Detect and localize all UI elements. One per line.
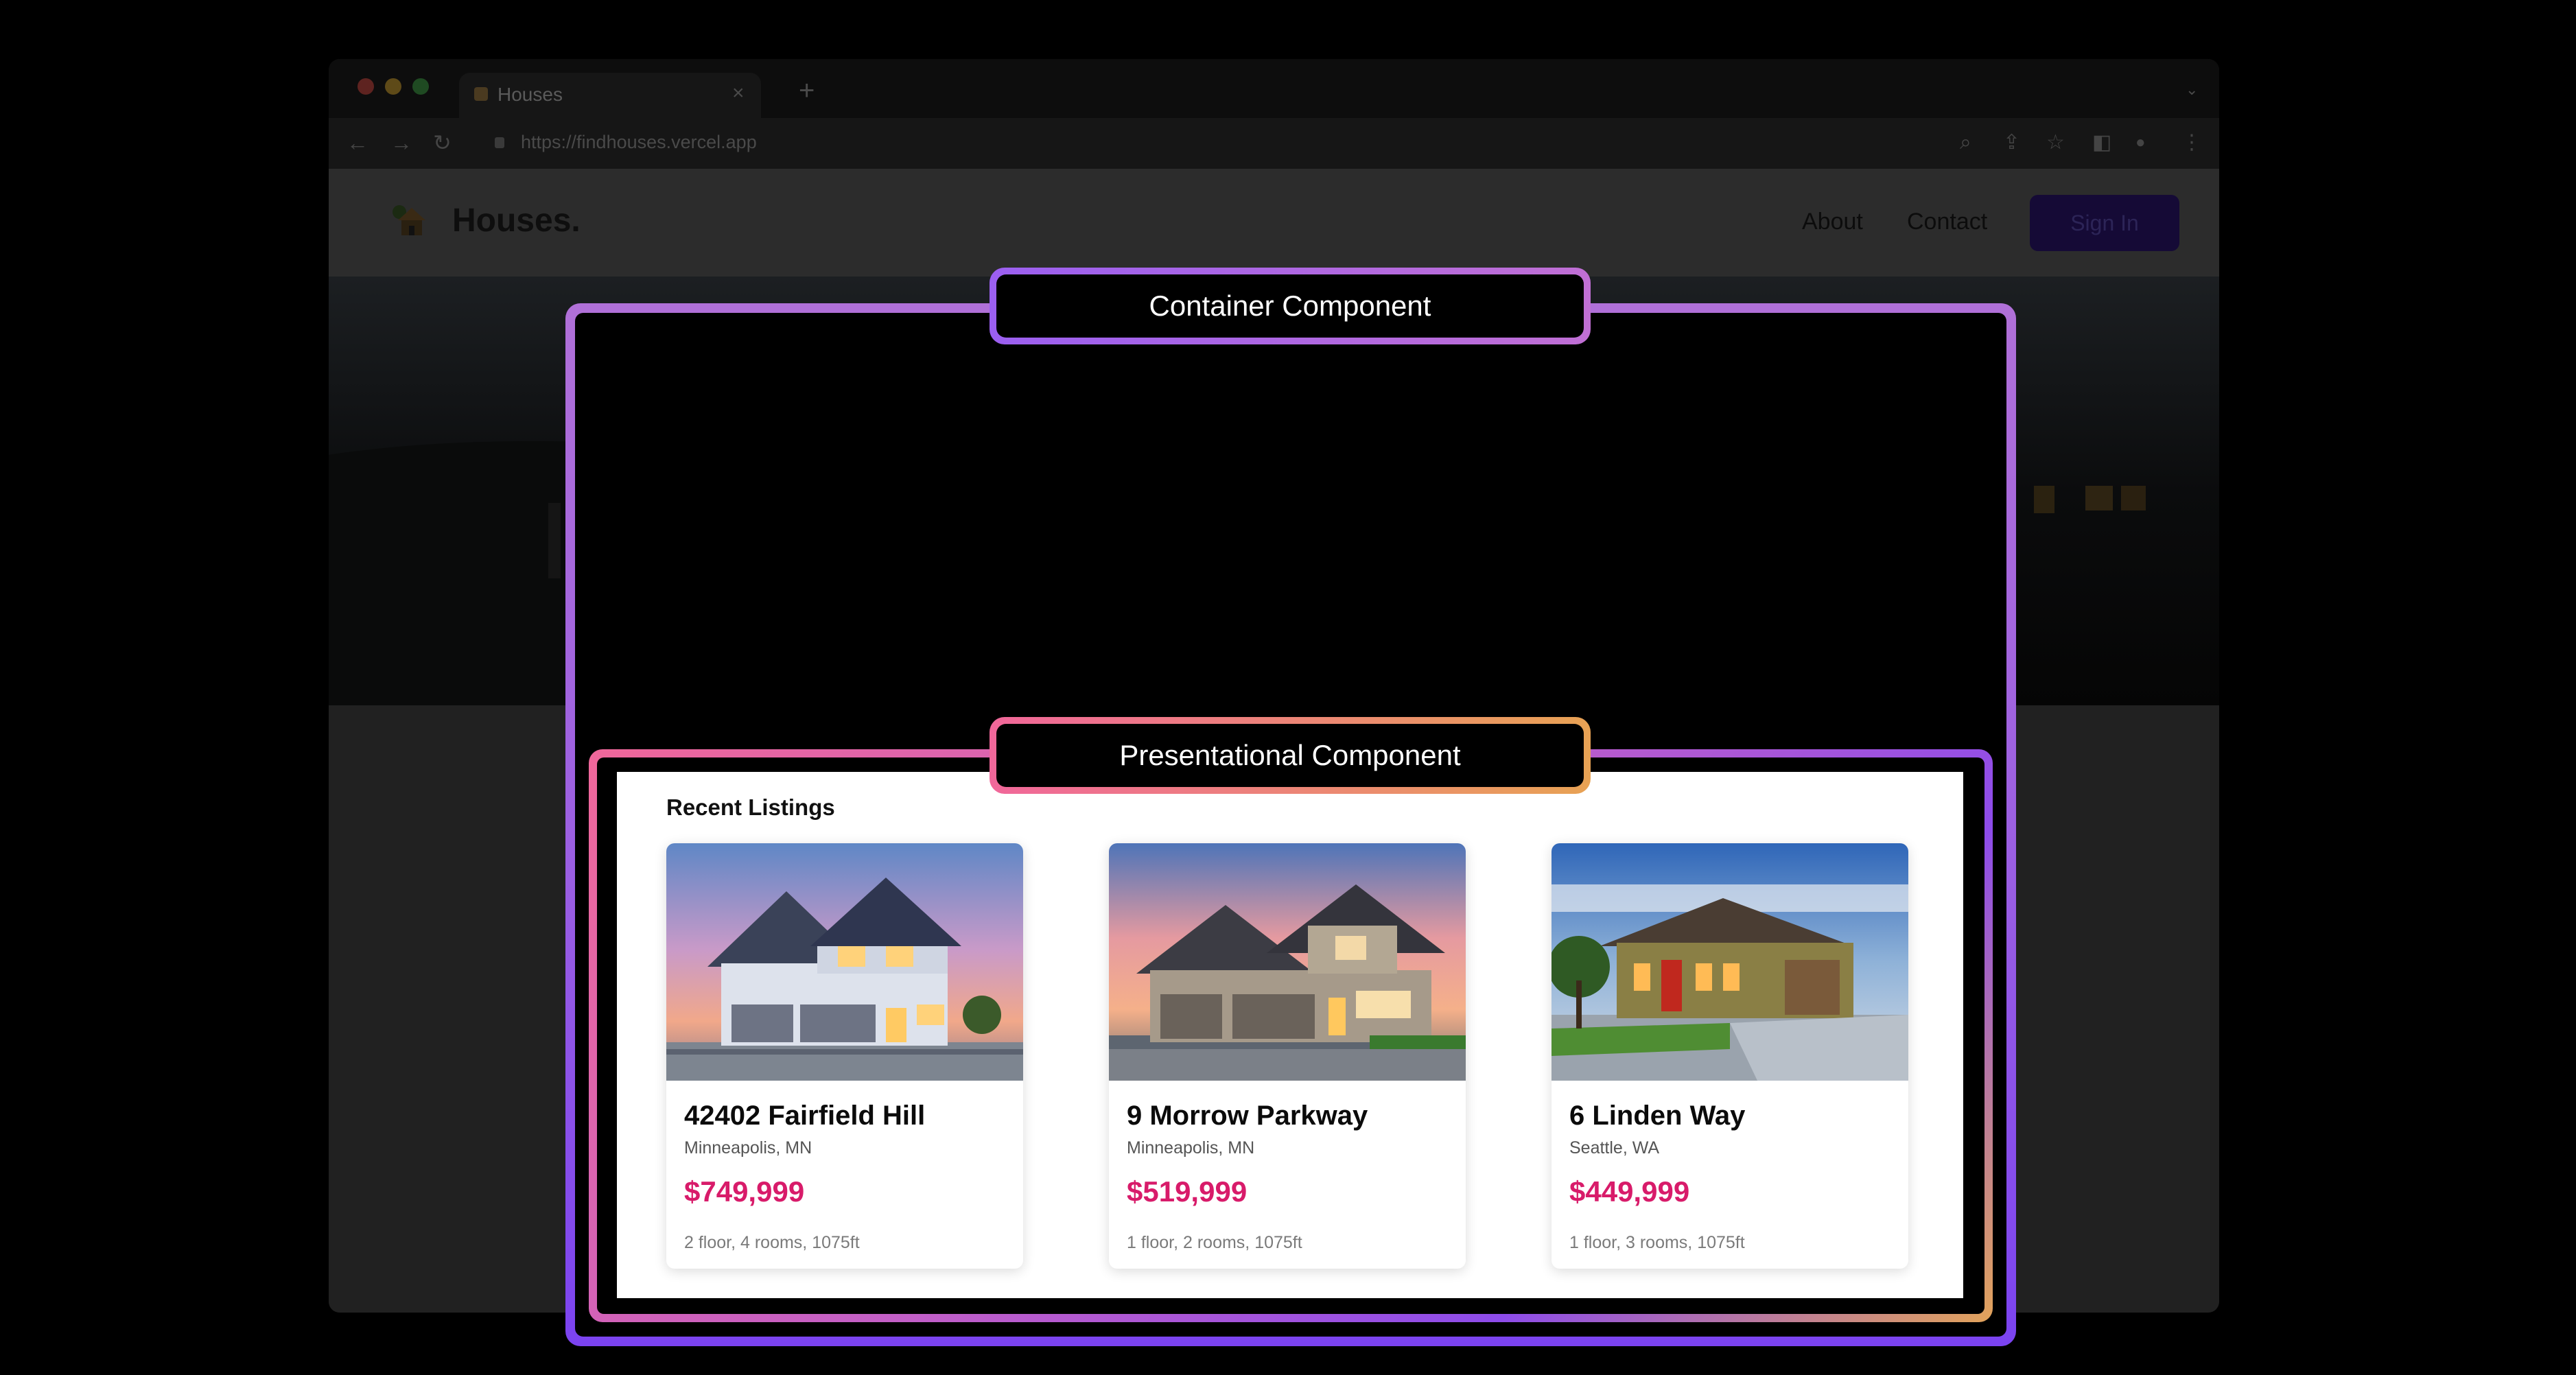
listing-city: Minneapolis, MN (1127, 1138, 1255, 1157)
maximize-window-button[interactable] (412, 78, 429, 95)
listing-price: $749,999 (684, 1175, 805, 1208)
profile-icon[interactable]: ● (2135, 130, 2146, 155)
bookmark-star-icon[interactable]: ☆ (2046, 130, 2065, 155)
nav-contact-link[interactable]: Contact (1907, 207, 1987, 236)
listing-specs: 2 floor, 4 rooms, 1075ft (684, 1233, 860, 1252)
house-favicon-icon (474, 87, 488, 101)
listing-address: 42402 Fairfield Hill (684, 1101, 926, 1131)
house-photo (666, 843, 1023, 1081)
back-arrow-icon[interactable]: ← (347, 130, 368, 155)
browser-tab[interactable]: Houses × (459, 73, 761, 118)
listing-city: Seattle, WA (1569, 1138, 1660, 1157)
lock-icon[interactable] (495, 137, 504, 148)
tab-search-chevron-icon[interactable]: ⌄ (2186, 81, 2198, 99)
browser-toolbar: ← → ↻ https://findhouses.vercel.app ⌕ ⇪ … (329, 118, 2219, 169)
listing-card[interactable]: 6 Linden Way Seattle, WA $449,999 1 floo… (1552, 843, 1908, 1269)
section-title: Recent Listings (666, 795, 835, 820)
listing-price: $519,999 (1127, 1175, 1248, 1208)
side-panel-icon[interactable]: ◧ (2092, 130, 2111, 155)
listing-address: 9 Morrow Parkway (1127, 1101, 1368, 1131)
sign-in-button[interactable]: Sign In (2030, 195, 2179, 251)
recent-listings-section: Recent Listings 42402 Fairfield Hill Min… (617, 772, 1963, 1298)
close-window-button[interactable] (358, 78, 374, 95)
zoom-icon[interactable]: ⌕ (1960, 130, 1971, 155)
site-logo[interactable]: Houses. (452, 200, 581, 242)
house-logo-icon (393, 205, 425, 235)
tab-title: Houses (497, 84, 563, 105)
address-bar[interactable]: https://findhouses.vercel.app (521, 130, 757, 154)
presentational-component-label: Presentational Component (990, 717, 1591, 794)
new-tab-icon[interactable]: + (799, 77, 815, 104)
minimize-window-button[interactable] (385, 78, 401, 95)
listing-card[interactable]: 42402 Fairfield Hill Minneapolis, MN $74… (666, 843, 1023, 1269)
container-component-label: Container Component (990, 268, 1591, 344)
browser-titlebar: Houses × + ⌄ (329, 59, 2219, 118)
nav-about-link[interactable]: About (1802, 207, 1863, 236)
listing-address: 6 Linden Way (1569, 1101, 1746, 1131)
share-icon[interactable]: ⇪ (2003, 130, 2020, 155)
reload-icon[interactable]: ↻ (433, 130, 452, 155)
listing-specs: 1 floor, 3 rooms, 1075ft (1569, 1233, 1745, 1252)
close-tab-icon[interactable]: × (732, 81, 745, 106)
house-photo (1109, 843, 1466, 1081)
forward-arrow-icon[interactable]: → (390, 130, 412, 155)
listing-price: $449,999 (1569, 1175, 1690, 1208)
listing-specs: 1 floor, 2 rooms, 1075ft (1127, 1233, 1302, 1252)
site-navbar: Houses. About Contact Sign In (329, 169, 2219, 277)
listing-city: Minneapolis, MN (684, 1138, 812, 1157)
menu-dots-icon[interactable]: ⋮ (2181, 130, 2202, 155)
house-photo (1552, 843, 1908, 1081)
listing-card[interactable]: 9 Morrow Parkway Minneapolis, MN $519,99… (1109, 843, 1466, 1269)
